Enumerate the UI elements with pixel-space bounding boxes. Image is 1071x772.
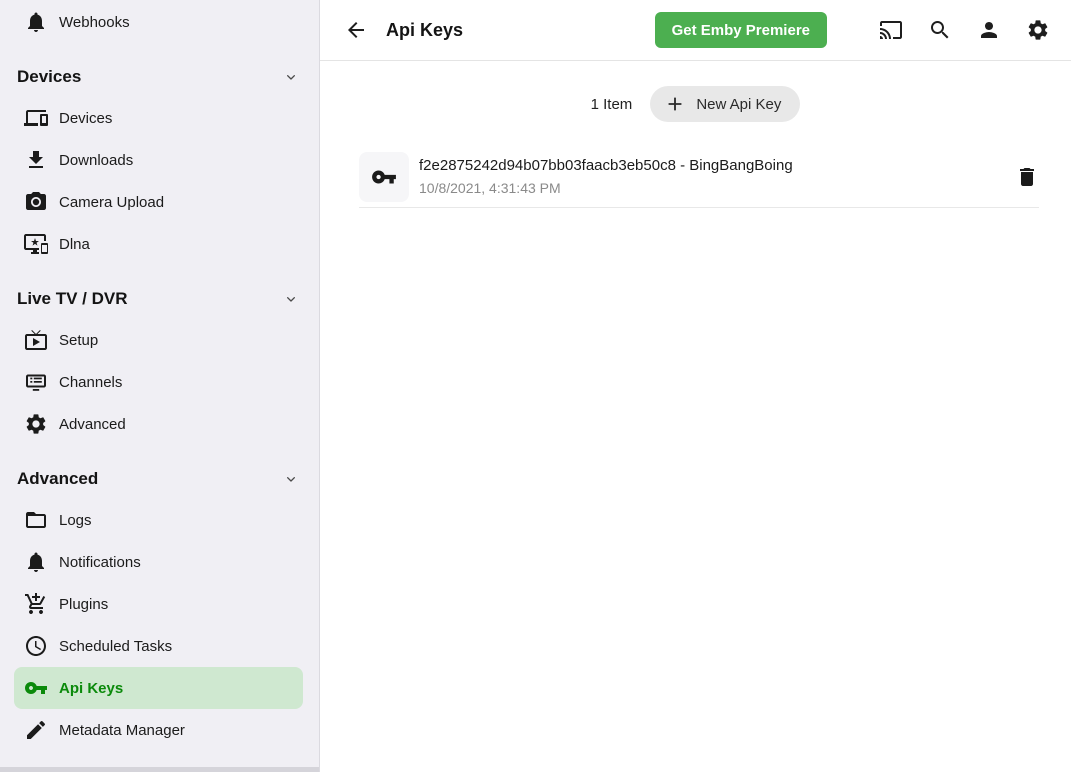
api-key-info: f2e2875242d94b07bb03faacb3eb50c8 - BingB…: [419, 157, 793, 197]
sidebar-item-camera-upload[interactable]: Camera Upload: [0, 181, 319, 223]
live-tv-icon: [24, 328, 48, 352]
sidebar-item-channels[interactable]: Channels: [0, 361, 319, 403]
sidebar-horizontal-scrollbar[interactable]: [0, 767, 319, 772]
api-key-list: f2e2875242d94b07bb03faacb3eb50c8 - BingB…: [359, 147, 1039, 208]
search-button[interactable]: [928, 18, 952, 42]
sidebar-item-label: Metadata Manager: [59, 722, 185, 739]
sidebar-item-label: Scheduled Tasks: [59, 638, 172, 655]
sidebar-item-label: Webhooks: [59, 14, 130, 31]
api-key-created-date: 10/8/2021, 4:31:43 PM: [419, 180, 793, 197]
sidebar-item-label: Devices: [59, 110, 112, 127]
sidebar-item-label: Advanced: [59, 416, 126, 433]
channel-list-icon: [24, 370, 48, 394]
new-api-key-button[interactable]: New Api Key: [650, 86, 800, 122]
sidebar-item-devices[interactable]: Devices: [0, 97, 319, 139]
settings-button[interactable]: [1026, 18, 1050, 42]
api-key-row: f2e2875242d94b07bb03faacb3eb50c8 - BingB…: [359, 147, 1039, 208]
sidebar-item-label: Camera Upload: [59, 194, 164, 211]
person-icon: [977, 18, 1001, 42]
chevron-down-icon: [283, 69, 299, 85]
download-icon: [24, 148, 48, 172]
user-button[interactable]: [977, 18, 1001, 42]
sidebar-section-live-tv-dvr[interactable]: Live TV / DVR: [0, 278, 319, 319]
sidebar-item-plugins[interactable]: Plugins: [0, 583, 319, 625]
item-count: 1 Item: [591, 96, 633, 113]
key-icon: [24, 676, 48, 700]
gear-icon: [24, 412, 48, 436]
sidebar-item-label: Setup: [59, 332, 98, 349]
list-toolbar: 1 Item New Api Key: [320, 86, 1071, 122]
bell-icon: [24, 550, 48, 574]
pencil-icon: [24, 718, 48, 742]
page-title: Api Keys: [386, 20, 463, 41]
api-key-name: f2e2875242d94b07bb03faacb3eb50c8 - BingB…: [419, 157, 793, 175]
sidebar-item-label: Api Keys: [59, 680, 123, 697]
dlna-devices-icon: [24, 232, 48, 256]
sidebar-section-advanced[interactable]: Advanced: [0, 458, 319, 499]
sidebar-item-label: Logs: [59, 512, 92, 529]
sidebar-item-label: Notifications: [59, 554, 141, 571]
sidebar-item-logs[interactable]: Logs: [0, 499, 319, 541]
top-bar-actions: Get Emby Premiere: [655, 12, 1050, 48]
sidebar-item-webhooks[interactable]: Webhooks: [0, 1, 319, 43]
search-icon: [928, 18, 952, 42]
key-icon: [359, 152, 409, 202]
folder-icon: [24, 508, 48, 532]
gear-icon: [1026, 18, 1050, 42]
trash-icon: [1015, 165, 1039, 189]
sidebar-item-scheduled-tasks[interactable]: Scheduled Tasks: [0, 625, 319, 667]
sidebar-item-label: Channels: [59, 374, 122, 391]
bell-icon: [24, 10, 48, 34]
sidebar: Webhooks Devices Devices Downloads Camer…: [0, 0, 320, 772]
chevron-down-icon: [283, 471, 299, 487]
cast-button[interactable]: [879, 18, 903, 42]
sidebar-item-api-keys[interactable]: Api Keys: [14, 667, 303, 709]
sidebar-item-metadata-manager[interactable]: Metadata Manager: [0, 709, 319, 751]
camera-icon: [24, 190, 48, 214]
top-bar: Api Keys Get Emby Premiere: [320, 0, 1071, 61]
delete-api-key-button[interactable]: [1015, 165, 1039, 189]
app-window: Webhooks Devices Devices Downloads Camer…: [0, 0, 1071, 772]
sidebar-item-label: Plugins: [59, 596, 108, 613]
sidebar-section-devices[interactable]: Devices: [0, 56, 319, 97]
sidebar-item-downloads[interactable]: Downloads: [0, 139, 319, 181]
arrow-back-icon: [344, 18, 368, 42]
sidebar-item-notifications[interactable]: Notifications: [0, 541, 319, 583]
cart-plus-icon: [24, 592, 48, 616]
main-area: Api Keys Get Emby Premiere 1 Item: [320, 0, 1071, 772]
plus-icon: [664, 93, 686, 115]
back-button[interactable]: [344, 18, 368, 42]
devices-icon: [24, 106, 48, 130]
new-api-key-button-label: New Api Key: [696, 96, 781, 113]
section-title: Live TV / DVR: [17, 289, 128, 309]
sidebar-item-label: Downloads: [59, 152, 133, 169]
sidebar-item-livetv-advanced[interactable]: Advanced: [0, 403, 319, 445]
sidebar-item-dlna[interactable]: Dlna: [0, 223, 319, 265]
section-title: Advanced: [17, 469, 98, 489]
sidebar-item-label: Dlna: [59, 236, 90, 253]
section-title: Devices: [17, 67, 81, 87]
chevron-down-icon: [283, 291, 299, 307]
get-emby-premiere-button[interactable]: Get Emby Premiere: [655, 12, 827, 48]
clock-icon: [24, 634, 48, 658]
cast-icon: [879, 18, 903, 42]
sidebar-item-setup[interactable]: Setup: [0, 319, 319, 361]
